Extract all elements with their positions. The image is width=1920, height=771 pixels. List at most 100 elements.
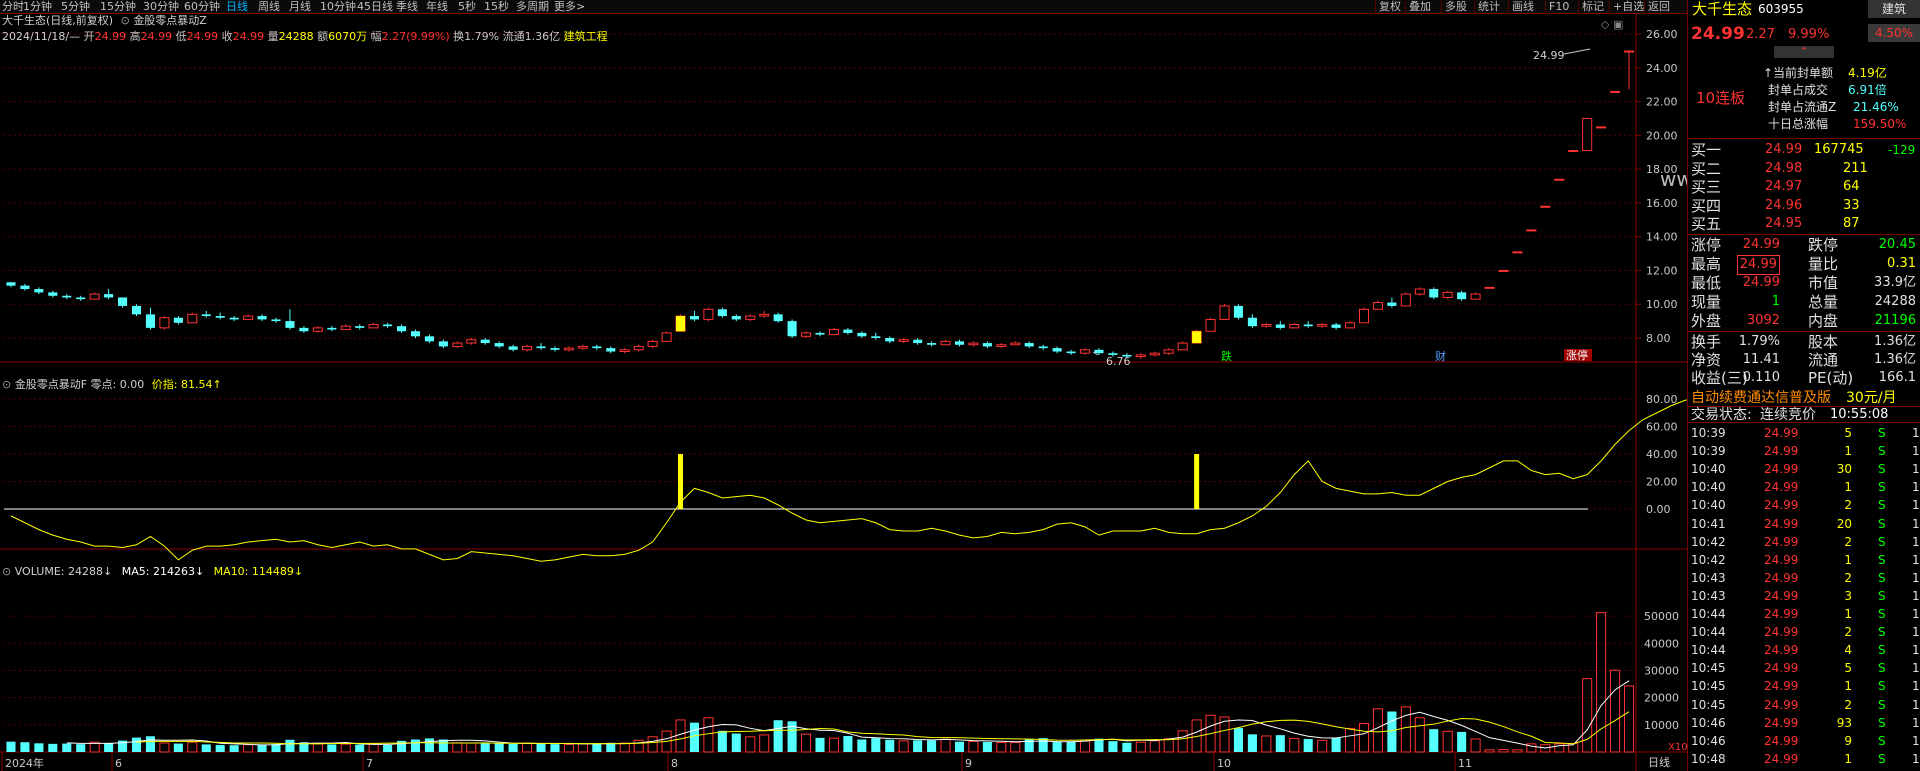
candle[interactable] [1317,323,1328,327]
candle[interactable] [1233,305,1243,318]
candle[interactable] [1526,229,1537,232]
candle[interactable] [1149,352,1160,356]
marker-die[interactable]: 跌 [1221,349,1232,363]
candle[interactable] [480,339,490,344]
candle[interactable] [1135,354,1146,358]
candle[interactable] [118,297,128,306]
candle[interactable] [1596,126,1607,129]
candle[interactable] [494,343,504,347]
toolbar-5[interactable]: F10 [1545,1,1569,13]
candle[interactable] [215,316,225,318]
candle[interactable] [1303,324,1313,327]
candle[interactable] [1358,308,1370,324]
collapse-button[interactable]: ⌃ [1774,46,1834,58]
candle[interactable] [1038,346,1048,349]
expand-icon[interactable]: ◇ ▣ [1601,18,1623,31]
marker-cai[interactable]: 财 [1435,349,1446,363]
candle[interactable] [89,293,100,300]
candle[interactable] [1623,50,1635,53]
candle[interactable] [424,336,434,342]
promo-link[interactable]: 自动续费通达信普及版 [1691,390,1831,406]
candle[interactable] [1289,323,1300,329]
tab-11[interactable]: 季线 [396,1,418,13]
candle[interactable] [815,332,825,335]
candle[interactable] [731,316,741,320]
tab-6[interactable]: 日线 [226,1,248,13]
candle[interactable] [1372,302,1383,310]
candle[interactable] [927,343,937,345]
candle[interactable] [1457,292,1467,300]
candle[interactable] [898,339,909,342]
candle[interactable] [131,305,142,315]
candle[interactable] [1247,317,1257,327]
candle[interactable] [717,309,727,317]
candle[interactable] [285,321,295,328]
candle[interactable] [438,341,448,347]
tab-13[interactable]: 5秒 [458,1,476,13]
candle[interactable] [173,317,183,323]
candle[interactable] [257,316,267,320]
candle[interactable] [1484,286,1495,289]
toolbar-3[interactable]: 统计 [1474,1,1500,13]
indicator-name[interactable]: 金股零点暴动Z [133,14,207,27]
toolbar-7[interactable]: +自选 [1609,1,1644,13]
tab-0[interactable]: 分时 [2,1,24,13]
toolbar-1[interactable]: 叠加 [1405,1,1431,13]
candle[interactable] [857,332,867,337]
candle[interactable] [355,326,365,328]
candle[interactable] [452,342,463,347]
tab-10[interactable]: 45日线 [357,1,393,13]
promo-price[interactable]: 30元/月 [1846,390,1897,406]
candle[interactable] [76,297,86,300]
tab-14[interactable]: 15秒 [484,1,509,13]
candle[interactable] [368,323,379,329]
candle[interactable] [397,326,407,332]
tab-3[interactable]: 15分钟 [100,1,136,13]
candle[interactable] [1094,349,1104,354]
candle[interactable] [48,292,58,296]
candle[interactable] [327,327,337,330]
tab-2[interactable]: 5分钟 [61,1,90,13]
volume-pane-icon[interactable]: ⊙ [2,565,11,578]
candle[interactable] [201,314,211,317]
candle[interactable] [1163,349,1174,354]
candle[interactable] [6,282,16,286]
candle[interactable] [410,331,421,337]
candle[interactable] [1219,305,1230,320]
candle[interactable] [592,346,602,349]
indicator-pane-name[interactable]: 金股零点暴动F [15,378,87,391]
candle[interactable] [1414,288,1425,295]
candle[interactable] [383,324,393,327]
candle[interactable] [1275,324,1285,328]
candle[interactable] [1261,323,1272,327]
candle[interactable] [243,315,254,320]
candle[interactable] [1512,251,1523,254]
candle[interactable] [145,314,155,328]
tab-9[interactable]: 10分钟 [320,1,356,13]
candle[interactable] [1010,342,1021,346]
candle[interactable] [661,332,672,342]
candle[interactable] [787,321,797,337]
candle[interactable] [536,346,546,349]
candle[interactable] [466,339,477,344]
candle[interactable] [913,339,923,344]
candle[interactable] [20,285,30,290]
candle[interactable] [828,329,839,336]
sector-value[interactable]: 建筑工程 [564,30,608,43]
indicator-pane-icon[interactable]: ⊙ [2,378,11,391]
candle[interactable] [871,336,881,338]
signal-candle[interactable] [675,316,686,332]
candle[interactable] [1052,348,1062,352]
candle[interactable] [885,338,895,342]
candle[interactable] [577,345,588,349]
candle[interactable] [968,342,979,346]
candle[interactable] [954,341,965,345]
candle[interactable] [508,346,518,350]
toolbar-0[interactable]: 复权 [1375,1,1401,13]
candle[interactable] [1610,90,1621,93]
chart-canvas[interactable]: 26.0024.0022.0020.0018.0016.0014.0012.00… [0,14,1687,771]
tab-12[interactable]: 年线 [426,1,448,13]
candle[interactable] [1387,302,1397,306]
candle[interactable] [843,329,853,333]
candle[interactable] [229,317,239,320]
